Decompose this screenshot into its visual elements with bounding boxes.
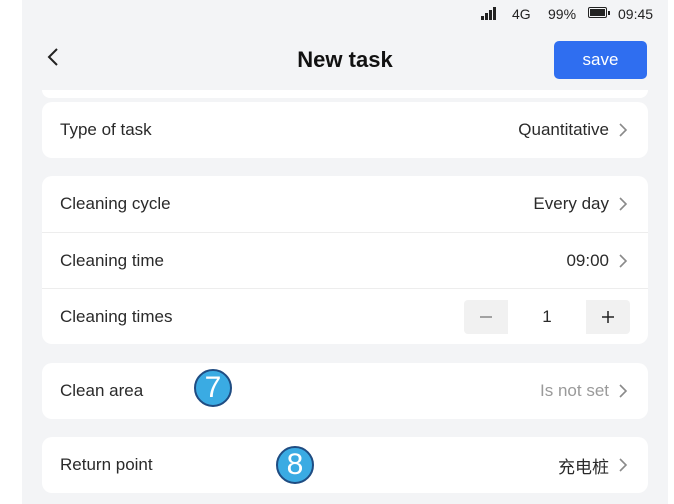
cleaning-time-row[interactable]: Cleaning time 09:00	[42, 232, 648, 288]
callout-marker-7: 7	[194, 369, 232, 407]
plus-icon	[602, 310, 614, 323]
clean-area-label: Clean area	[60, 381, 144, 400]
increment-button[interactable]	[586, 300, 630, 334]
battery-percentage: 99%	[548, 6, 577, 22]
task-type-value: Quantitative	[518, 120, 609, 139]
clean-area-value: Is not set	[540, 381, 609, 400]
cleaning-cycle-row[interactable]: Cleaning cycle Every day	[42, 176, 648, 232]
battery-icon	[588, 7, 610, 18]
previous-card-edge	[42, 90, 648, 98]
return-point-label: Return point	[60, 455, 153, 474]
minus-icon	[480, 315, 492, 318]
app-screen: 4G 99% 09:45 New task save Type of task …	[22, 0, 668, 504]
cleaning-times-label: Cleaning times	[60, 306, 173, 326]
clean-area-row[interactable]: Clean area Is not set	[42, 363, 648, 419]
schedule-card: Cleaning cycle Every day Cleaning time 0…	[42, 176, 648, 344]
network-type: 4G	[512, 6, 531, 22]
quantity-value[interactable]: 1	[508, 299, 586, 334]
status-time: 09:45	[618, 6, 654, 22]
return-point-card: Return point 充电桩	[42, 437, 648, 493]
task-type-card: Type of task Quantitative	[42, 102, 648, 158]
callout-marker-8: 8	[276, 446, 314, 484]
chevron-right-icon	[618, 122, 630, 138]
task-type-label: Type of task	[60, 120, 152, 139]
area-card: Clean area Is not set	[42, 363, 648, 419]
chevron-right-icon	[618, 383, 630, 399]
cleaning-time-label: Cleaning time	[60, 250, 164, 270]
return-point-row[interactable]: Return point 充电桩	[42, 437, 648, 493]
cleaning-times-row: Cleaning times 1	[42, 288, 648, 344]
task-type-row[interactable]: Type of task Quantitative	[42, 102, 648, 158]
quantity-stepper: 1	[464, 299, 630, 334]
signal-icon	[481, 6, 503, 20]
chevron-right-icon	[618, 196, 630, 212]
return-point-value: 充电桩	[558, 457, 609, 477]
cleaning-cycle-value: Every day	[533, 194, 609, 213]
decrement-button[interactable]	[464, 300, 508, 334]
chevron-right-icon	[618, 457, 630, 473]
cleaning-time-value: 09:00	[566, 250, 609, 270]
chevron-right-icon	[618, 253, 630, 269]
status-bar: 4G 99% 09:45	[22, 0, 668, 28]
nav-header: New task save	[22, 28, 668, 90]
save-button[interactable]: save	[554, 41, 647, 79]
cleaning-cycle-label: Cleaning cycle	[60, 194, 171, 213]
